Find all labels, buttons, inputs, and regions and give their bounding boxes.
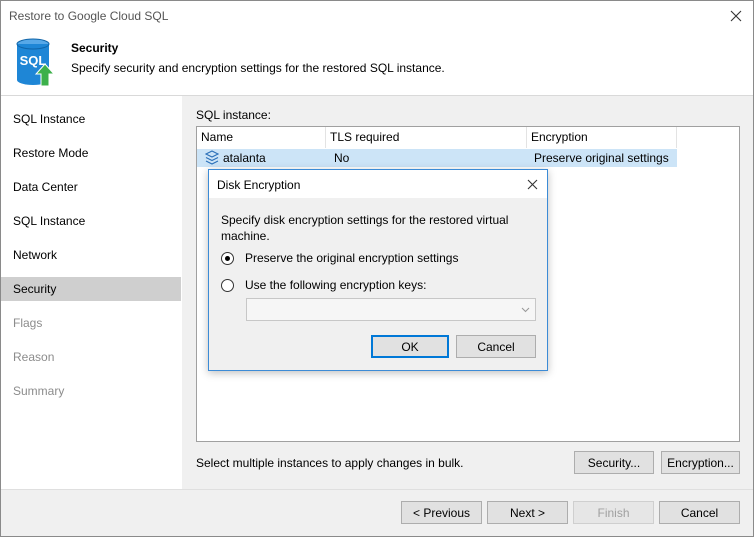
sidebar-item-reason: Reason xyxy=(13,350,55,364)
row-tls-cell: No xyxy=(334,151,350,165)
encryption-keys-label: Use the following encryption keys: xyxy=(245,278,427,292)
encryption-keys-radio[interactable] xyxy=(221,278,234,292)
dialog-title-bar: Disk Encryption xyxy=(209,170,547,198)
title-bar: Restore to Google Cloud SQL xyxy=(1,1,753,32)
sidebar-item-sql-instance[interactable]: SQL Instance xyxy=(1,107,181,131)
sidebar-item-data-center[interactable]: Data Center xyxy=(1,175,181,199)
close-icon xyxy=(527,179,537,189)
bulk-changes-note: Select multiple instances to apply chang… xyxy=(196,456,464,470)
column-header-tls[interactable]: TLS required xyxy=(326,127,527,148)
wizard-header: SQL Security Specify security and encryp… xyxy=(1,32,753,96)
sql-database-icon: SQL xyxy=(15,38,56,91)
dialog-title: Disk Encryption xyxy=(217,178,301,192)
dialog-close-button[interactable] xyxy=(523,175,541,193)
close-icon xyxy=(730,10,742,22)
page-subtitle: Specify security and encryption settings… xyxy=(71,61,445,75)
column-header-name[interactable]: Name xyxy=(197,127,326,148)
finish-button: Finish xyxy=(573,501,654,524)
column-header-encryption[interactable]: Encryption xyxy=(527,127,677,148)
encryption-button[interactable]: Encryption... xyxy=(661,451,740,474)
chevron-down-icon xyxy=(521,307,530,313)
preserve-settings-radio[interactable] xyxy=(221,251,234,265)
sidebar-item-flags: Flags xyxy=(13,316,43,330)
security-button[interactable]: Security... xyxy=(574,451,654,474)
window-title: Restore to Google Cloud SQL xyxy=(9,9,169,23)
previous-button[interactable]: < Previous xyxy=(401,501,482,524)
dialog-description: Specify disk encryption settings for the… xyxy=(221,213,509,243)
preserve-settings-option[interactable]: Preserve the original encryption setting… xyxy=(221,250,458,266)
dialog-cancel-button[interactable]: Cancel xyxy=(456,335,536,358)
logo-text: SQL xyxy=(20,53,47,68)
disk-encryption-dialog: Disk Encryption Specify disk encryption … xyxy=(208,169,548,371)
encryption-keys-option[interactable]: Use the following encryption keys: xyxy=(221,277,426,293)
restore-wizard-window: Restore to Google Cloud SQL SQL Security… xyxy=(0,0,754,537)
preserve-settings-label: Preserve the original encryption setting… xyxy=(245,251,459,265)
grid-header: Name TLS required Encryption xyxy=(197,127,739,148)
table-row[interactable]: atalanta No Preserve original settings xyxy=(197,149,677,167)
row-name-cell: atalanta xyxy=(223,151,266,165)
window-close-button[interactable] xyxy=(725,5,747,27)
sidebar-item-security[interactable]: Security xyxy=(1,277,181,301)
next-button[interactable]: Next > xyxy=(487,501,568,524)
encryption-keys-select xyxy=(246,298,536,321)
page-title: Security xyxy=(71,41,119,55)
wizard-footer: < Previous Next > Finish Cancel xyxy=(1,489,753,536)
sidebar-item-network[interactable]: Network xyxy=(1,243,181,267)
dialog-ok-button[interactable]: OK xyxy=(371,335,449,358)
sidebar-item-restore-mode[interactable]: Restore Mode xyxy=(1,141,181,165)
sidebar-item-summary: Summary xyxy=(13,384,65,398)
instance-icon xyxy=(204,150,220,168)
sql-instance-label: SQL instance: xyxy=(196,108,271,122)
row-encryption-cell: Preserve original settings xyxy=(534,151,669,165)
wizard-steps-sidebar: SQL Instance Restore Mode Data Center SQ… xyxy=(1,96,181,489)
sidebar-item-sql-instance-2[interactable]: SQL Instance xyxy=(1,209,181,233)
cancel-button[interactable]: Cancel xyxy=(659,501,740,524)
